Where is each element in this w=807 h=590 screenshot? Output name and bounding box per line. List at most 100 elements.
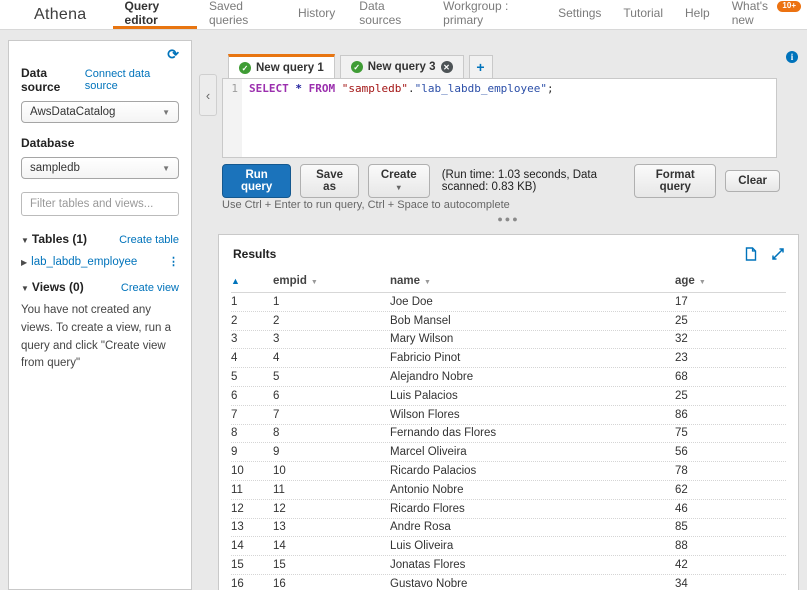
whats-new-count-badge: 10+ — [777, 1, 801, 12]
table-cell: 86 — [675, 408, 688, 421]
table-cell: Luis Oliveira — [390, 540, 454, 553]
run-query-button[interactable]: Run query — [222, 164, 292, 198]
table-row: 1 1 Joe Doe 17 — [231, 293, 786, 312]
table-cell: 2 — [273, 314, 280, 327]
chevron-down-icon: ▾ — [396, 183, 401, 192]
connect-data-source-link[interactable]: Connect data source — [85, 68, 179, 92]
nav-right-group: Settings Tutorial Help What's new — [547, 0, 779, 29]
table-row: 16 16 Gustavo Nobre 34 — [231, 575, 786, 590]
chevron-down-icon: ▼ — [162, 163, 170, 173]
close-icon[interactable]: ✕ — [440, 61, 453, 73]
table-cell: 10 — [273, 465, 286, 478]
nav-link-tutorial[interactable]: Tutorial — [612, 0, 674, 29]
panel-resize-handle[interactable]: ●●● — [218, 214, 799, 224]
table-cell: Alejandro Nobre — [390, 371, 474, 384]
table-row: 6 6 Luis Palacios 25 — [231, 387, 786, 406]
nav-tab-saved-queries[interactable]: Saved queries — [197, 0, 286, 29]
new-query-tab-button[interactable]: + — [468, 55, 493, 79]
table-row: 2 2 Bob Mansel 25 — [231, 312, 786, 331]
query-tab-bar: ✓ New query 1 ✓ New query 3 ✕ + — [228, 54, 493, 79]
download-csv-icon[interactable] — [745, 247, 757, 261]
column-header-empid[interactable]: empid ▼ — [273, 275, 390, 287]
create-view-link[interactable]: Create view — [121, 282, 179, 294]
info-icon[interactable]: i — [786, 51, 798, 63]
triangle-down-icon: ▼ — [21, 236, 29, 245]
table-row: 15 15 Jonatas Flores 42 — [231, 556, 786, 575]
table-cell: 5 — [231, 371, 238, 384]
table-cell: Ricardo Flores — [390, 502, 465, 515]
keyboard-hint-text: Use Ctrl + Enter to run query, Ctrl + Sp… — [222, 199, 510, 211]
table-cell: Marcel Oliveira — [390, 446, 467, 459]
filter-tables-input[interactable] — [21, 192, 179, 216]
table-cell: 3 — [231, 333, 238, 346]
table-cell: 62 — [675, 483, 688, 496]
table-cell: 1 — [273, 295, 280, 308]
nav-tab-workgroup[interactable]: Workgroup : primary — [431, 0, 547, 29]
table-row: 4 4 Fabricio Pinot 23 — [231, 349, 786, 369]
sql-editor[interactable]: 1 SELECT * FROM "sampledb"."lab_labdb_em… — [222, 78, 777, 158]
run-statistics: (Run time: 1.03 seconds, Data scanned: 0… — [441, 169, 598, 193]
table-cell: 5 — [273, 371, 280, 384]
athena-logo: Athena — [34, 5, 87, 23]
table-cell: Wilson Flores — [390, 408, 460, 421]
table-cell: 11 — [231, 483, 243, 496]
table-cell: 14 — [231, 540, 244, 553]
table-cell: 14 — [273, 540, 286, 553]
table-cell: Joe Doe — [390, 295, 433, 308]
table-row: 11 11 Antonio Nobre 62 — [231, 481, 786, 500]
nav-link-settings[interactable]: Settings — [547, 0, 612, 29]
table-cell: 25 — [675, 314, 688, 327]
nav-tab-data-sources[interactable]: Data sources — [347, 0, 431, 29]
table-row: 13 13 Andre Rosa 85 — [231, 519, 786, 538]
sql-dot: . — [407, 82, 415, 95]
table-cell: Bob Mansel — [390, 314, 451, 327]
column-header-age[interactable]: age ▼ — [675, 275, 786, 287]
table-cell: 9 — [273, 446, 280, 459]
table-cell: 88 — [675, 540, 688, 553]
chevron-down-icon: ▼ — [162, 107, 170, 117]
create-table-link[interactable]: Create table — [119, 234, 179, 246]
expand-results-icon[interactable] — [772, 248, 784, 260]
table-item-lab-labdb-employee[interactable]: ▶ lab_labdb_employee — [21, 256, 137, 268]
database-label: Database — [21, 136, 75, 150]
refresh-icon[interactable]: ⟳ — [167, 47, 179, 61]
query-tab-1[interactable]: ✓ New query 1 — [228, 54, 335, 79]
database-select[interactable]: sampledb ▼ — [21, 157, 179, 179]
save-as-button[interactable]: Save as — [300, 164, 359, 198]
create-button[interactable]: Create ▾ — [367, 164, 430, 198]
row-number-header[interactable]: ▲ — [231, 275, 273, 287]
nav-tab-query-editor[interactable]: Query editor — [112, 0, 197, 29]
query-tab-label: New query 1 — [256, 62, 324, 74]
nav-link-help[interactable]: Help — [674, 0, 721, 29]
sql-star: * — [295, 82, 309, 95]
tables-section-header[interactable]: ▼ Tables (1) — [21, 232, 87, 246]
table-cell: Luis Palacios — [390, 389, 458, 402]
format-query-button[interactable]: Format query — [634, 164, 717, 198]
table-cell: Antonio Nobre — [390, 483, 464, 496]
nav-tab-history[interactable]: History — [286, 0, 347, 29]
table-row: 5 5 Alejandro Nobre 68 — [231, 368, 786, 387]
data-source-select[interactable]: AwsDataCatalog ▼ — [21, 101, 179, 123]
results-panel: Results ▲ empid ▼ name ▼ age ▼ 1 1 Joe Doe 17 2… — [218, 234, 799, 590]
table-cell: 42 — [675, 559, 688, 572]
table-cell: Fernando das Flores — [390, 427, 497, 440]
sql-keyword: SELECT — [249, 82, 296, 95]
views-section-header[interactable]: ▼ Views (0) — [21, 280, 84, 294]
results-table-header: ▲ empid ▼ name ▼ age ▼ — [231, 269, 786, 293]
table-cell: 23 — [675, 352, 688, 365]
column-header-name[interactable]: name ▼ — [390, 275, 675, 287]
table-options-icon[interactable]: ⋮ — [168, 255, 179, 268]
table-cell: 3 — [273, 333, 280, 346]
data-source-label: Data source — [21, 66, 61, 94]
table-cell: 7 — [231, 408, 238, 421]
table-cell: 15 — [273, 559, 286, 572]
line-number-gutter: 1 — [223, 79, 242, 157]
table-cell: 6 — [273, 389, 280, 402]
table-cell: 46 — [675, 502, 688, 515]
table-cell: 34 — [675, 577, 688, 590]
sort-caret-icon: ▼ — [424, 278, 431, 286]
query-tab-3[interactable]: ✓ New query 3 ✕ — [339, 55, 464, 79]
nav-link-whats-new[interactable]: What's new — [721, 0, 779, 29]
clear-button[interactable]: Clear — [725, 170, 780, 192]
sidebar-collapse-button[interactable]: ‹ — [199, 74, 217, 116]
